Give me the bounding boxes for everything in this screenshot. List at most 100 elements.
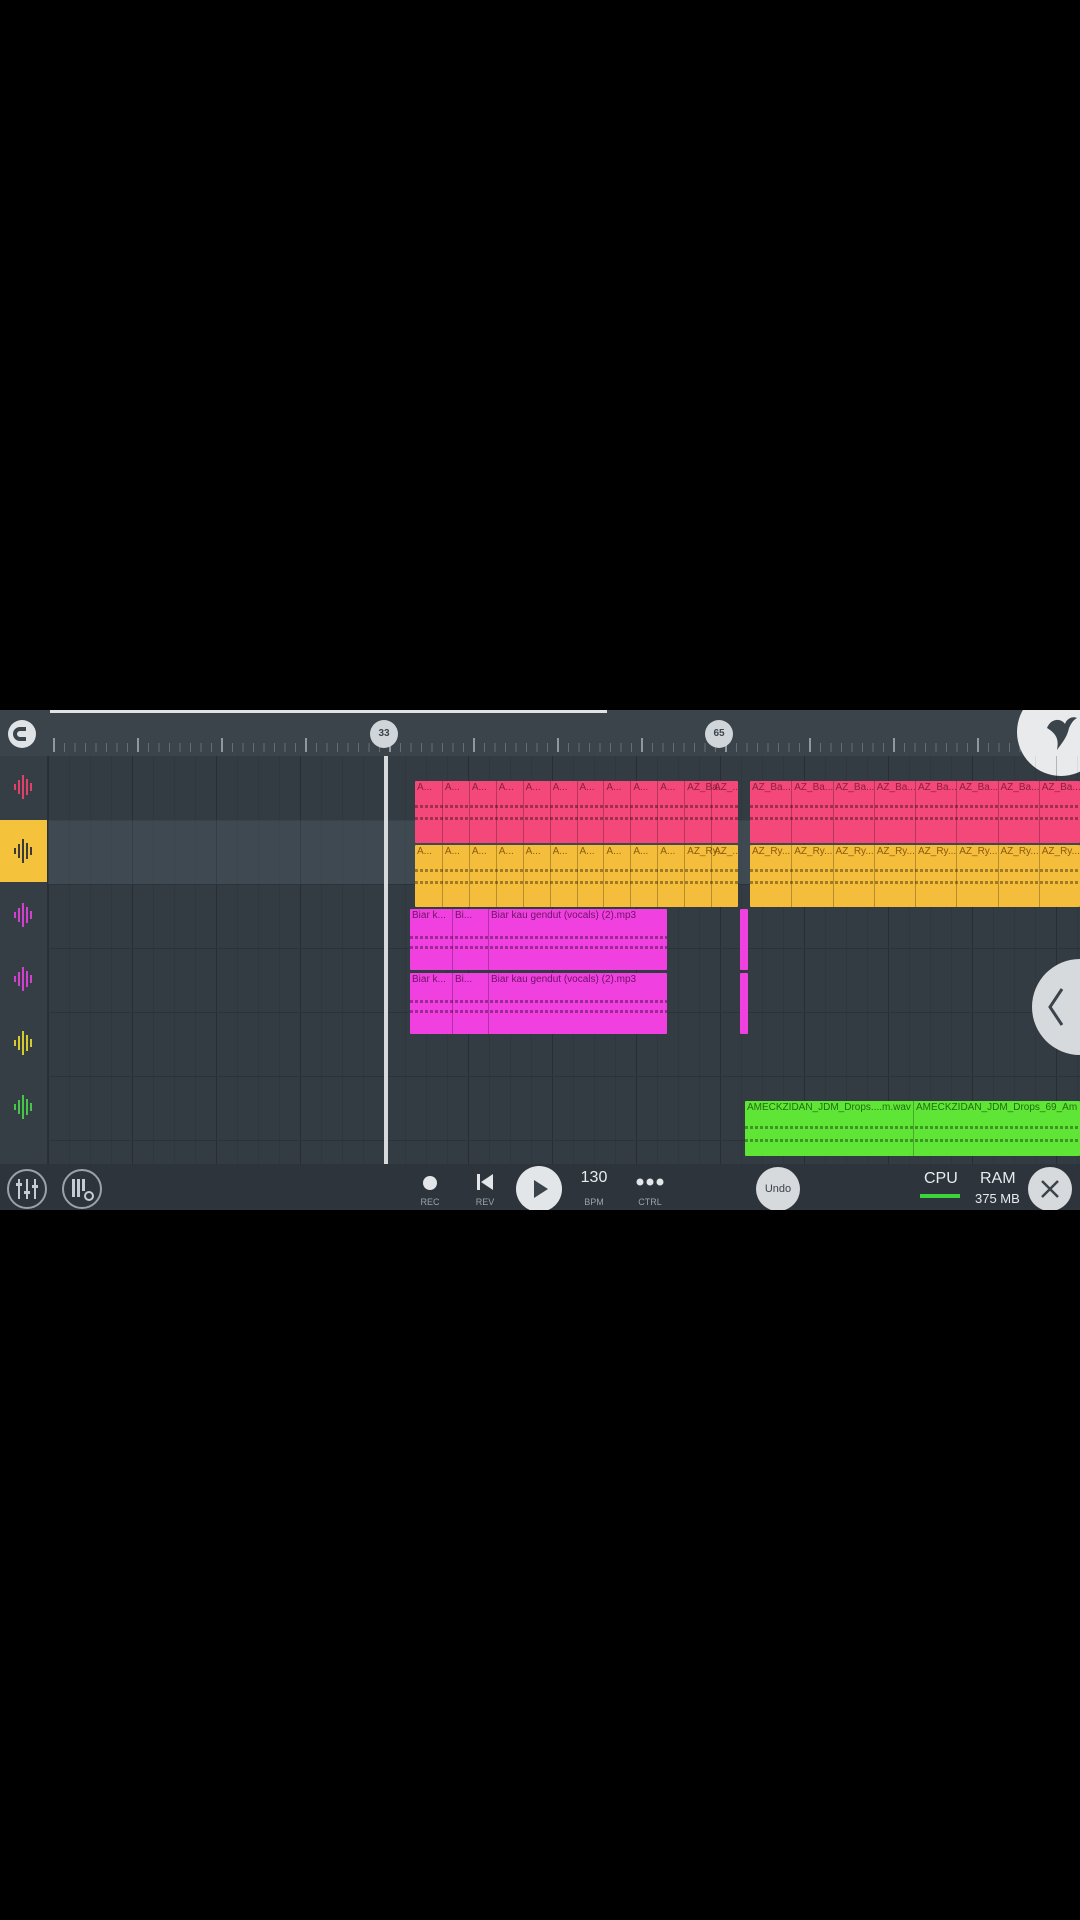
vocal-segment: Biar k... <box>410 909 452 970</box>
clip-segment: AZ_Ba... <box>956 781 998 843</box>
audio-clip-track2-b[interactable]: AZ_Ry... AZ_Ry... AZ_Ry... AZ_Ry... AZ_Ry...… <box>750 845 1080 907</box>
timeline-ruler[interactable]: 33 65 <box>48 710 1080 756</box>
clip-label: A... <box>660 782 676 793</box>
clip-label: A... <box>471 782 487 793</box>
clip-segment: A... <box>630 781 658 843</box>
clip-label: A... <box>579 782 595 793</box>
vocal-clip-track4[interactable]: Biar k... Bi... Biar kau gendut (vocals)… <box>410 973 667 1034</box>
ctrl-button[interactable]: CTRL <box>630 1164 670 1210</box>
clip-label: A... <box>444 782 460 793</box>
mixer-icon <box>16 1179 38 1199</box>
clip-label: AZ_... <box>714 846 738 857</box>
close-icon <box>1041 1180 1059 1198</box>
clip-label: AZ_Ry... <box>876 846 915 857</box>
rewind-label: REV <box>475 1197 495 1207</box>
waveform <box>750 817 1080 820</box>
piano-roll-settings-button[interactable] <box>62 1169 102 1209</box>
rewind-button[interactable]: REV <box>465 1164 505 1210</box>
waveform <box>415 817 738 820</box>
bar-marker-33[interactable]: 33 <box>370 720 398 748</box>
bpm-label: BPM <box>584 1197 604 1207</box>
playlist-tracks: A... A... A... A... A... A... A... A... A... A...… <box>0 756 1080 1164</box>
clip-label: AMECKZIDAN_JDM_Drops_69_Am <box>916 1102 1078 1113</box>
timeline-bar: 33 65 <box>0 710 1080 776</box>
audio-clip-track1-b[interactable]: AZ_Ba... AZ_Ba... AZ_Ba... AZ_Ba... AZ_Ba...… <box>750 781 1080 843</box>
clip-label: Biar k... <box>412 910 446 921</box>
magnet-snap-button[interactable] <box>6 718 38 750</box>
vocal-clip-small[interactable] <box>740 909 748 970</box>
audio-clip-track2-a[interactable]: A... A... A... A... A... A... A... A... A... A...… <box>415 845 738 907</box>
clip-label: AZ_Ba... <box>1000 782 1040 793</box>
clip-label: A... <box>444 846 460 857</box>
clip-label: A... <box>579 846 595 857</box>
clip-segment: AZ_Ba... <box>684 781 726 843</box>
vocal-segment: Bi... <box>452 973 489 1034</box>
clip-segment: A... <box>441 781 470 843</box>
clip-segment: A... <box>522 845 551 907</box>
clip-label: AZ_Ba... <box>835 782 875 793</box>
track-header-3[interactable] <box>0 884 47 946</box>
clip-label: AZ_... <box>714 782 738 793</box>
clip-segment: AZ_... <box>711 845 738 907</box>
waveform-icon <box>13 839 32 863</box>
track-header-5[interactable] <box>0 1012 47 1074</box>
clip-label: AZ_Ba... <box>1041 782 1080 793</box>
clip-label: A... <box>552 782 568 793</box>
clip-segment: AZ_Ba... <box>873 781 916 843</box>
clip-segment: AZ_Ba... <box>750 781 791 843</box>
clip-label: Biar kau gendut (vocals) (2).mp3 <box>491 974 637 985</box>
waveform-icon <box>13 903 32 927</box>
playhead[interactable] <box>384 756 388 1164</box>
clip-segment: AZ_Ry... <box>873 845 916 907</box>
audio-clip-track1-a[interactable]: A... A... A... A... A... A... A... A... A... A...… <box>415 781 738 843</box>
track-header-1[interactable] <box>0 756 47 818</box>
waveform <box>750 869 1080 872</box>
clip-segment: A... <box>415 845 442 907</box>
track-header-2[interactable] <box>0 820 47 882</box>
clip-segment: AZ_Ba... <box>832 781 875 843</box>
record-button[interactable]: REC <box>410 1164 450 1210</box>
drops-clip-track6[interactable]: AMECKZIDAN_JDM_Drops....m.wav AMECKZIDAN… <box>745 1101 1080 1156</box>
vocal-clip-track3[interactable]: Biar k... Bi... Biar kau gendut (vocals)… <box>410 909 667 970</box>
clip-segment: AZ_Ba... <box>1038 781 1080 843</box>
clip-segment: A... <box>549 781 578 843</box>
clip-label: A... <box>606 782 622 793</box>
bar-marker-65[interactable]: 65 <box>705 720 733 748</box>
cpu-label: CPU <box>924 1170 958 1187</box>
ruler-ticks <box>53 738 1073 752</box>
mixer-button[interactable] <box>7 1169 47 1209</box>
clip-segment: A... <box>576 845 605 907</box>
play-button[interactable] <box>516 1166 562 1210</box>
clip-segment: A... <box>468 845 497 907</box>
ram-value: 375 MB <box>975 1191 1020 1206</box>
clip-segment: AZ_Ry... <box>1038 845 1080 907</box>
clip-segment: AZ_Ba... <box>915 781 957 843</box>
clip-label: AZ_Ba... <box>876 782 916 793</box>
clip-segment: AZ_Ry... <box>956 845 998 907</box>
close-button[interactable] <box>1028 1167 1072 1210</box>
clip-segment: A... <box>603 845 631 907</box>
collapse-panel-button[interactable] <box>1032 959 1080 1055</box>
clip-label: A... <box>471 846 487 857</box>
clip-label: Biar k... <box>412 974 446 985</box>
cpu-meter <box>920 1194 960 1198</box>
more-dots-icon <box>636 1178 664 1186</box>
clip-segment: AZ_Ry... <box>791 845 833 907</box>
waveform <box>415 869 738 872</box>
play-icon <box>534 1180 548 1198</box>
clip-label: AZ_Ry... <box>752 846 791 857</box>
track-header-6[interactable] <box>0 1076 47 1138</box>
clip-segment: AZ_... <box>711 781 738 843</box>
waveform <box>750 881 1080 884</box>
clip-segment: AZ_Ry... <box>684 845 725 907</box>
magnet-icon <box>8 720 36 748</box>
ram-label: RAM <box>980 1170 1016 1187</box>
undo-button[interactable]: Undo <box>756 1167 800 1210</box>
tempo-control[interactable]: 130 BPM <box>574 1164 614 1210</box>
track-header-4[interactable] <box>0 948 47 1010</box>
vocal-clip-small[interactable] <box>740 973 748 1034</box>
playlist-grid[interactable]: A... A... A... A... A... A... A... A... A... A...… <box>48 756 1080 1164</box>
clip-segment: AZ_Ry... <box>997 845 1040 907</box>
clip-label: AZ_Ry... <box>959 846 998 857</box>
vocal-segment: Biar kau gendut (vocals) (2).mp3 <box>488 973 667 1034</box>
